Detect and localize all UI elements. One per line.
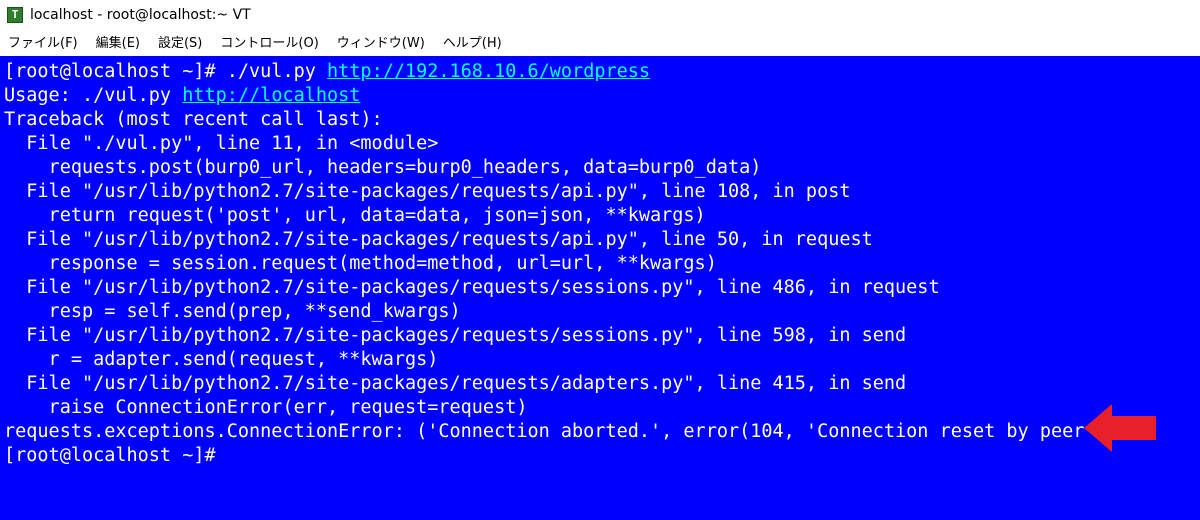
terminal-line-text: raise ConnectionError(err, request=reque… [4, 397, 528, 418]
terminal-line: requests.exceptions.ConnectionError: ('C… [4, 420, 1118, 444]
terminal-line-text: response = session.request(method=method… [4, 253, 717, 274]
terminal-line: File "/usr/lib/python2.7/site-packages/r… [4, 228, 873, 252]
menu-help[interactable]: ヘルプ(H) [434, 32, 511, 51]
terminal-line: raise ConnectionError(err, request=reque… [4, 396, 528, 420]
terminal-line-text: Usage: ./vul.py [4, 85, 183, 106]
red-arrow-icon [1084, 404, 1156, 452]
terminal-line: File "/usr/lib/python2.7/site-packages/r… [4, 324, 906, 348]
terminal-line-text: File "/usr/lib/python2.7/site-packages/r… [4, 229, 873, 250]
terminal-url-link[interactable]: http://192.168.10.6/wordpress [327, 61, 650, 82]
terminal-line-text: Traceback (most recent call last): [4, 109, 383, 130]
terminal-line: File "./vul.py", line 11, in <module> [4, 132, 438, 156]
terminal-line-text: requests.exceptions.ConnectionError: ('C… [4, 421, 1118, 442]
menu-control[interactable]: コントロール(O) [211, 32, 327, 51]
menu-edit[interactable]: 編集(E) [87, 32, 149, 51]
terminal-line-text: [root@localhost ~]# ./vul.py [4, 61, 328, 82]
terminal-line-text: File "/usr/lib/python2.7/site-packages/r… [4, 277, 940, 298]
terminal-line: File "/usr/lib/python2.7/site-packages/r… [4, 372, 906, 396]
terminal-line: requests.post(burp0_url, headers=burp0_h… [4, 156, 762, 180]
terminal-line: response = session.request(method=method… [4, 252, 717, 276]
terminal-line: r = adapter.send(request, **kwargs) [4, 348, 439, 372]
terminal-line-text: return request('post', url, data=data, j… [4, 205, 706, 226]
terminal-line-text: File "/usr/lib/python2.7/site-packages/r… [4, 181, 851, 202]
app-icon-glyph: T [11, 8, 19, 21]
teraterm-app-icon[interactable]: T [7, 6, 23, 23]
terminal-line-text: [root@localhost ~]# [4, 445, 216, 466]
terminal-line-text: File "/usr/lib/python2.7/site-packages/r… [4, 373, 907, 394]
menu-window[interactable]: ウィンドウ(W) [328, 32, 434, 51]
window-title: localhost - root@localhost:~ VT [30, 6, 251, 23]
terminal-url-link[interactable]: http://localhost [182, 85, 360, 106]
terminal-line-text: File "./vul.py", line 11, in <module> [4, 133, 439, 154]
terminal-line: return request('post', url, data=data, j… [4, 204, 706, 228]
menu-setup[interactable]: 設定(S) [149, 32, 211, 51]
terminal-line: [root@localhost ~]# [4, 444, 216, 468]
title-bar: T localhost - root@localhost:~ VT [0, 0, 1200, 29]
menu-bar: ファイル(F) 編集(E) 設定(S) コントロール(O) ウィンドウ(W) ヘルプ(H) [0, 29, 1200, 54]
menu-file[interactable]: ファイル(F) [0, 32, 87, 51]
terminal-line: Usage: ./vul.py http://localhost [4, 84, 360, 108]
terminal-screen[interactable]: [root@localhost ~]# ./vul.py http://192.… [0, 56, 1200, 520]
terminal-line-text: resp = self.send(prep, **send_kwargs) [4, 301, 461, 322]
terminal-line: resp = self.send(prep, **send_kwargs) [4, 300, 461, 324]
terminal-line-text: r = adapter.send(request, **kwargs) [4, 349, 439, 370]
terminal-line: File "/usr/lib/python2.7/site-packages/r… [4, 180, 850, 204]
terminal-line: Traceback (most recent call last): [4, 108, 383, 132]
terminal-line: File "/usr/lib/python2.7/site-packages/r… [4, 276, 940, 300]
terminal-line-text: requests.post(burp0_url, headers=burp0_h… [4, 157, 762, 178]
terminal-line: [root@localhost ~]# ./vul.py http://192.… [4, 60, 650, 84]
terminal-line-text: File "/usr/lib/python2.7/site-packages/r… [4, 325, 907, 346]
